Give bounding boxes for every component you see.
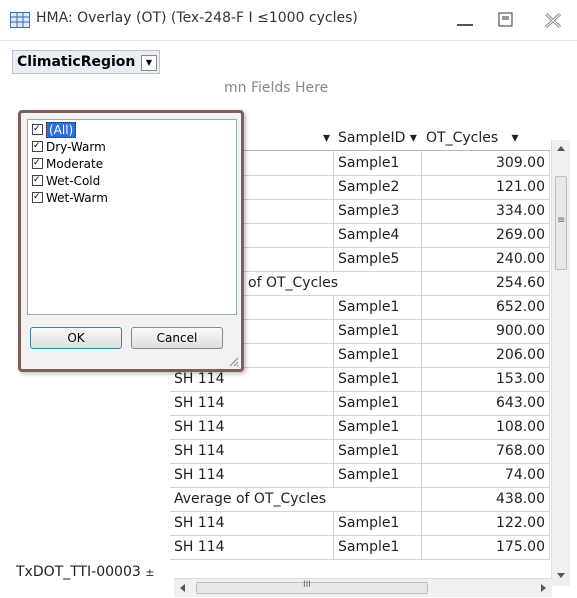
sampleid-cell: Sample3 (334, 199, 422, 224)
pivot-content: ClimaticRegion ▼ mn Fields Here ▾ Sample… (0, 40, 577, 598)
sampleid-cell: Sample1 (334, 367, 422, 392)
filter-checkbox-label: Dry-Warm (46, 140, 106, 154)
close-icon[interactable] (540, 8, 566, 32)
ot-cycles-cell: 206.00 (422, 343, 550, 368)
scroll-down-icon[interactable] (556, 572, 566, 580)
highway-cell: SH 114 (170, 415, 334, 440)
sampleid-cell: Sample1 (334, 511, 422, 536)
scroll-right-icon[interactable] (540, 583, 548, 593)
sampleid-cell: Sample1 (334, 439, 422, 464)
sampleid-cell: Sample4 (334, 223, 422, 248)
maximize-icon[interactable] (492, 8, 518, 32)
minimize-icon[interactable] (452, 8, 478, 32)
sampleid-label: SampleID (338, 130, 406, 146)
checkbox-icon[interactable] (32, 172, 43, 189)
filter-checkbox-item[interactable]: Moderate (32, 155, 232, 173)
average-label: Average of OT_Cycles (170, 487, 422, 512)
vertical-scroll-thumb[interactable]: ≡ (555, 176, 567, 270)
highway-cell: SH 114 (170, 535, 334, 560)
sampleid-cell: Sample1 (334, 463, 422, 488)
sampleid-cell: Sample1 (334, 319, 422, 344)
ot-cycles-cell: 74.00 (422, 463, 550, 488)
resize-grip-icon[interactable] (227, 355, 239, 367)
filter-checkbox-label: Moderate (46, 157, 104, 171)
highway-cell: SH 114 (170, 463, 334, 488)
sampleid-cell: Sample1 (334, 295, 422, 320)
table-icon (10, 12, 30, 28)
scroll-up-icon[interactable] (556, 144, 566, 152)
ot-cycles-cell: 254.60 (422, 271, 550, 296)
filter-checkbox-item[interactable]: Wet-Warm (32, 189, 232, 207)
sampleid-cell: Sample1 (334, 535, 422, 560)
filter-checkbox-item[interactable]: (All) (32, 121, 232, 139)
sampleid-cell: Sample1 (334, 151, 422, 176)
filter-checkbox-label: (All) (46, 122, 77, 138)
highway-cell: SH 114 (170, 439, 334, 464)
vertical-grip-icon: ≡ (557, 215, 566, 226)
sampleid-cell: Sample5 (334, 247, 422, 272)
filter-checkbox-label: Wet-Cold (46, 174, 101, 188)
ot-cycles-cell: 269.00 (422, 223, 550, 248)
checkbox-icon[interactable] (32, 189, 43, 206)
highway-sort-arrow: ▾ (322, 130, 330, 146)
vertical-scrollbar[interactable]: ≡ (551, 140, 570, 586)
ot-cycles-cell: 643.00 (422, 391, 550, 416)
filter-checkbox-list[interactable]: (All) Dry-Warm Moderate Wet-Cold Wet-Warm (27, 119, 237, 315)
ot-cycles-cell: 309.00 (422, 151, 550, 176)
horizontal-scroll-thumb[interactable]: III (196, 580, 428, 594)
title-bar: HMA: Overlay (OT) (Tex-248-F I ≤1000 cyc… (0, 0, 577, 41)
row-group-label[interactable]: TxDOT_TTI-00003 ± (12, 560, 158, 584)
window-title: HMA: Overlay (OT) (Tex-248-F I ≤1000 cyc… (36, 10, 358, 26)
sampleid-cell: Sample2 (334, 175, 422, 200)
pivot-window: HMA: Overlay (OT) (Tex-248-F I ≤1000 cyc… (0, 0, 577, 598)
checkbox-icon[interactable] (32, 155, 43, 172)
ot-cycles-cell: 438.00 (422, 487, 550, 512)
ok-button[interactable]: OK (30, 327, 122, 349)
scroll-left-icon[interactable] (178, 583, 186, 593)
sampleid-cell: Sample1 (334, 391, 422, 416)
filter-checkbox-label: Wet-Warm (46, 191, 108, 205)
cancel-button[interactable]: Cancel (131, 327, 223, 349)
sampleid-arrow: ▾ (409, 130, 417, 146)
ot-cycles-cell: 240.00 (422, 247, 550, 272)
ot-cycles-cell: 900.00 (422, 319, 550, 344)
filter-dropdown-popup: (All) Dry-Warm Moderate Wet-Cold Wet-Warm OK… (18, 110, 244, 372)
highway-cell: SH 114 (170, 391, 334, 416)
ot-cycles-cell: 652.00 (422, 295, 550, 320)
ot-cycles-cell: 121.00 (422, 175, 550, 200)
ot-cycles-cell: 108.00 (422, 415, 550, 440)
ot-cycles-cell: 175.00 (422, 535, 550, 560)
horizontal-scrollbar[interactable]: III (174, 578, 552, 597)
ot-cycles-label: OT_Cycles (426, 130, 499, 146)
horizontal-grip-icon: III (303, 580, 311, 590)
sampleid-cell: Sample1 (334, 343, 422, 368)
checkbox-icon[interactable] (32, 121, 43, 138)
highway-cell: SH 114 (170, 511, 334, 536)
filter-checkbox-item[interactable]: Wet-Cold (32, 172, 232, 190)
chevron-down-icon[interactable]: ▼ (141, 55, 157, 71)
ot-cycles-cell: 153.00 (422, 367, 550, 392)
filter-field-label: ClimaticRegion (17, 54, 136, 70)
filter-checkbox-item[interactable]: Dry-Warm (32, 138, 232, 156)
filter-field-button[interactable]: ClimaticRegion ▼ (12, 50, 160, 74)
ot-cycles-cell: 334.00 (422, 199, 550, 224)
sampleid-cell: Sample1 (334, 415, 422, 440)
ot-cycles-header[interactable]: OT_Cycles ▾ (422, 126, 550, 151)
row-group-text: TxDOT_TTI-00003 (16, 564, 141, 580)
ot-cycles-cell: 768.00 (422, 439, 550, 464)
checkbox-icon[interactable] (32, 138, 43, 155)
row-toggle-icon[interactable]: ± (145, 566, 154, 579)
ot-cycles-arrow: ▾ (511, 130, 519, 146)
sampleid-header[interactable]: SampleID ▾ (334, 126, 422, 151)
ot-cycles-cell: 122.00 (422, 511, 550, 536)
